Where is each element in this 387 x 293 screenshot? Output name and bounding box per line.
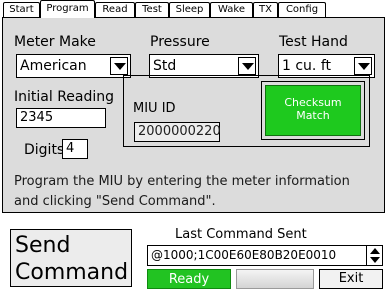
digits-label: Digits (24, 142, 65, 158)
tab-strip: Start Program Read Test Sleep Wake TX Co… (0, 0, 387, 18)
last-command-label: Last Command Sent (175, 227, 307, 242)
status-badge: Ready (147, 269, 231, 289)
initial-reading-input[interactable]: 2345 (16, 108, 106, 128)
checksum-label: Checksum Match (265, 85, 361, 136)
checksum-indicator: Checksum Match (261, 81, 365, 140)
chevron-down-icon[interactable] (110, 57, 128, 75)
send-command-button[interactable]: Send Command (10, 229, 132, 287)
test-hand-label: Test Hand (279, 34, 348, 50)
chevron-down-icon[interactable] (354, 57, 372, 75)
tab-wake[interactable]: Wake (210, 2, 253, 18)
exit-button[interactable]: Exit (319, 269, 383, 289)
spin-control[interactable] (366, 246, 382, 265)
instructions-text: Program the MIU by entering the meter in… (14, 174, 350, 209)
arrow-up-icon[interactable] (370, 248, 380, 254)
meter-make-label: Meter Make (14, 34, 96, 50)
tab-start[interactable]: Start (3, 2, 40, 18)
arrow-down-icon[interactable] (370, 257, 380, 263)
last-command-field: @1000;1C00E60E80B20E0010 (147, 245, 383, 266)
initial-reading-label: Initial Reading (14, 89, 115, 105)
miu-id-field: 2000000220 (134, 122, 221, 142)
meter-make-value: American (20, 58, 87, 74)
chevron-down-icon[interactable] (238, 57, 256, 75)
pressure-value: Std (153, 58, 177, 74)
tab-tx[interactable]: TX (253, 2, 278, 18)
tab-read[interactable]: Read (95, 2, 135, 18)
progress-bar (236, 269, 314, 289)
digits-input[interactable]: 4 (62, 139, 88, 159)
tab-config[interactable]: Config (278, 2, 326, 18)
test-hand-value: 1 cu. ft (282, 58, 331, 74)
pressure-label: Pressure (150, 34, 210, 50)
last-command-value: @1000;1C00E60E80B20E0010 (151, 248, 337, 262)
tab-program[interactable]: Program (40, 0, 95, 18)
meter-make-select[interactable]: American (16, 54, 131, 78)
tab-test[interactable]: Test (135, 2, 169, 18)
tab-sleep[interactable]: Sleep (169, 2, 210, 18)
miu-id-label: MIU ID (133, 101, 176, 116)
